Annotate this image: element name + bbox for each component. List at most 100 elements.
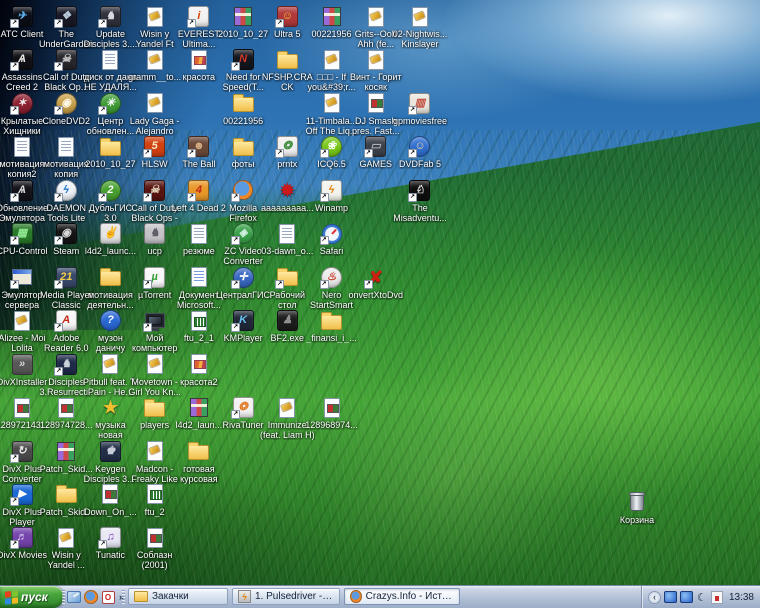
shortcut-arrow-icon: ↗ [10, 62, 19, 71]
book-icon [363, 93, 389, 114]
excel-icon [142, 484, 168, 505]
shortcut-arrow-icon: ↗ [54, 193, 63, 202]
taskbar: пуск O» Закачкиϟ1. Pulsedriver - Vaga...… [0, 585, 760, 608]
desktop-icon-label: gpmoviesfree [392, 116, 448, 126]
app-icon: ✈↗ [9, 6, 35, 27]
app-icon: A↗ [53, 310, 79, 331]
task-buttons: Закачки ϟ1. Pulsedriver - Vaga... Crazys.I… [128, 588, 460, 605]
task-button[interactable]: ϟ1. Pulsedriver - Vaga... [232, 588, 340, 605]
shortcut-arrow-icon: ↗ [143, 280, 152, 289]
glyph-icon: ✘↗ [363, 267, 389, 288]
shortcut-arrow-icon: ↗ [231, 410, 240, 419]
shortcut-arrow-icon: ↗ [98, 193, 107, 202]
shortcut-arrow-icon: ↗ [98, 19, 107, 28]
desktop-icon-label: 02-Nightwis... Kinslayer [392, 29, 448, 49]
shortcut-arrow-icon: ↗ [98, 106, 107, 115]
img-icon [186, 354, 212, 375]
desktop-icon[interactable]: ϟ↗Winamp [304, 180, 360, 213]
hide-icons-tray-icon[interactable]: ‹ [648, 591, 661, 604]
desktop-icon[interactable]: ▥↗gpmoviesfree [392, 93, 448, 126]
task-button[interactable]: Crazys.Info - Источн... [344, 588, 460, 605]
shortcut-arrow-icon: ↗ [320, 280, 329, 289]
desktop-icon-label: Lady Gaga - Alejandro [127, 116, 183, 136]
app-icon: ↻↗ [9, 441, 35, 462]
shortcut-arrow-icon: ↗ [231, 323, 240, 332]
desktop-icon[interactable]: ☺↗DVDFab 5 [392, 136, 448, 169]
shortcut-arrow-icon: ↗ [320, 149, 329, 158]
app-icon: Ѧ↗ [9, 49, 35, 70]
desktop-icon[interactable]: готовая курсовая [171, 441, 227, 484]
task-button-label: 1. Pulsedriver - Vaga... [255, 591, 334, 602]
moon-tray-icon[interactable]: ☾ [696, 591, 708, 603]
network-1-tray-icon[interactable] [664, 591, 677, 603]
task-button[interactable]: Закачки [128, 588, 228, 605]
app-icon: i↗ [186, 6, 212, 27]
recycle-bin-icon [624, 492, 650, 513]
desktop-icon[interactable]: Соблазн (2001) [127, 527, 183, 570]
windows-logo-icon [5, 590, 18, 604]
folder-icon [319, 310, 345, 331]
app-icon: ✌ [97, 223, 123, 244]
app-icon: N↗ [230, 49, 256, 70]
desktop-icon[interactable]: 02-Nightwis... Kinslayer [392, 6, 448, 49]
desktop-icon[interactable]: Винт - Горит косяк [348, 49, 404, 92]
task-button-label: Crazys.Info - Источн... [366, 591, 454, 602]
firefox-quicklaunch-button[interactable] [84, 590, 98, 604]
desktop-icon[interactable]: Корзина [609, 492, 665, 525]
shortcut-arrow-icon: ↗ [10, 497, 19, 506]
task-button-label: Закачки [152, 591, 189, 602]
show-desktop-quicklaunch-button[interactable] [67, 590, 81, 604]
app-icon: ♞ [142, 223, 168, 244]
rar-icon [53, 441, 79, 462]
desktop-icon[interactable]: ♘↗The Misadventu... [392, 180, 448, 223]
desktop[interactable]: ✈↗ATC Client❖↗The UnderGarden♞↗Update Di… [0, 0, 760, 608]
circ-icon: ✛↗ [230, 267, 256, 288]
show-desktop-icon [67, 591, 81, 603]
desktop-icon[interactable]: ✘↗ onvertXtoDvd [348, 267, 404, 300]
desktop-icon[interactable]: красота2 [171, 354, 227, 387]
torrent-icon [319, 93, 345, 114]
shortcut-arrow-icon: ↗ [231, 236, 240, 245]
torrent-icon [142, 354, 168, 375]
desktop-icon[interactable]: ↗Safari [304, 223, 360, 256]
rar-icon [230, 6, 256, 27]
torrent-icon [142, 441, 168, 462]
torrent-icon [274, 397, 300, 418]
torrent-icon [97, 354, 123, 375]
start-button[interactable]: пуск [0, 586, 63, 608]
desktop-icon[interactable]: ftu_2 [127, 484, 183, 517]
torrent-icon [142, 49, 168, 70]
app-icon: ▶↗ [9, 484, 35, 505]
network-2-tray-icon[interactable] [680, 591, 693, 603]
app-icon: ♬↗ [9, 527, 35, 548]
start-button-label: пуск [21, 590, 48, 604]
shortcut-arrow-icon: ↗ [231, 62, 240, 71]
shortcut-arrow-icon: ↗ [364, 149, 373, 158]
app-icon: Ѧ↗ [9, 180, 35, 201]
folder-icon [186, 441, 212, 462]
shortcut-arrow-icon: ↗ [143, 149, 152, 158]
app-icon: ☠↗ [142, 180, 168, 201]
shortcut-arrow-icon: ↗ [10, 236, 19, 245]
desktop-icon-label: красота2 [171, 377, 227, 387]
shortcut-arrow-icon: ↗ [54, 106, 63, 115]
shortcut-arrow-icon: ↗ [54, 62, 63, 71]
shortcut-arrow-icon: ↗ [187, 19, 196, 28]
opera-quicklaunch-button[interactable]: O [101, 590, 115, 604]
desktop-icon[interactable]: _finansi_i_... [304, 310, 360, 343]
shortcut-arrow-icon: ↗ [408, 106, 417, 115]
journal-tray-icon[interactable] [711, 591, 723, 604]
doc-icon [186, 223, 212, 244]
tasks-handle[interactable] [122, 590, 125, 604]
folder-icon [53, 484, 79, 505]
desktop-icon-label: onvertXtoDvd [348, 290, 404, 300]
torrent-icon [319, 49, 345, 70]
taskbar-clock[interactable]: 13:38 [729, 592, 754, 603]
desktop-icon[interactable]: 00221956 [215, 93, 271, 126]
desktop-icon[interactable]: Lady Gaga - Alejandro [127, 93, 183, 136]
app-icon: ♫↗ [97, 527, 123, 548]
doc-icon [274, 223, 300, 244]
desktop-icon[interactable]: 128968974... [304, 397, 360, 430]
app-icon: K↗ [230, 310, 256, 331]
quick-launch-handle[interactable] [62, 590, 65, 604]
